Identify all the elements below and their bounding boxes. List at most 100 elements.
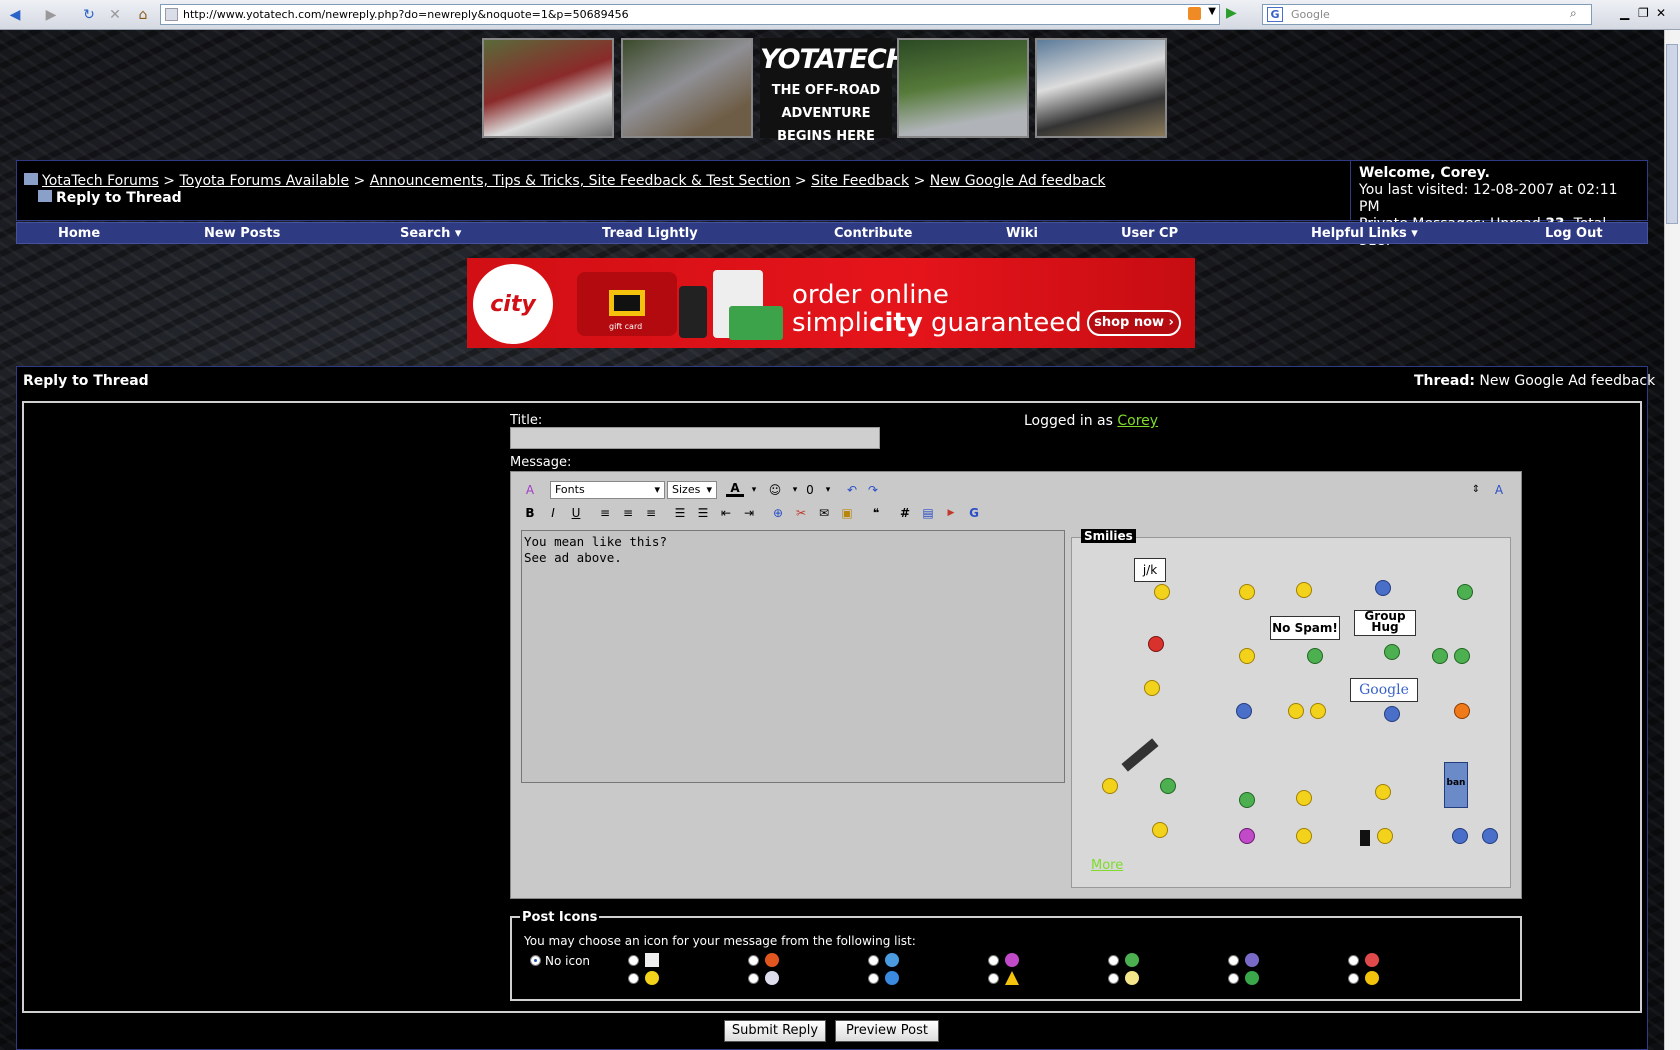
purple-smilie-icon[interactable]	[1239, 828, 1255, 844]
fire-smilie-icon[interactable]	[1454, 703, 1470, 719]
chair-smilie-icon[interactable]	[1236, 703, 1252, 719]
dropdown-arrow-icon[interactable]: ▼	[1208, 6, 1216, 17]
nav-tread-lightly[interactable]: Tread Lightly	[602, 226, 698, 241]
reload-icon[interactable]: ↻	[78, 4, 100, 26]
shop-now-button[interactable]: shop now ›	[1087, 310, 1181, 336]
nav-home[interactable]: Home	[58, 226, 100, 241]
go-icon[interactable]: ▶	[1226, 5, 1246, 25]
restore-icon[interactable]: ❐	[1638, 6, 1649, 20]
breadcrumb-site-feedback[interactable]: Site Feedback	[811, 173, 909, 189]
nav-helpful-links[interactable]: Helpful Links ▾	[1311, 226, 1418, 241]
breadcrumb-announcements[interactable]: Announcements, Tips & Tricks, Site Feedb…	[370, 173, 791, 189]
post-icon-radio[interactable]	[628, 955, 639, 966]
back-icon[interactable]: ◀	[4, 4, 26, 26]
blue2-smilie-icon[interactable]	[1482, 828, 1498, 844]
happy-smilie-icon[interactable]	[1375, 784, 1391, 800]
forum-home-icon[interactable]	[24, 173, 38, 185]
boxing-smilie-icon[interactable]	[1375, 580, 1391, 596]
preview-post-button[interactable]: Preview Post	[835, 1020, 939, 1042]
more-smilies-link[interactable]: More	[1091, 858, 1123, 873]
nav-contribute[interactable]: Contribute	[834, 226, 912, 241]
laugh-smilie-icon[interactable]	[1296, 828, 1312, 844]
attach-icon[interactable]: 0	[801, 481, 819, 499]
align-right-icon[interactable]: ≡	[642, 504, 660, 522]
code-hash-icon[interactable]: #	[896, 504, 914, 522]
ordered-list-icon[interactable]: ☰	[671, 504, 689, 522]
post-icon-radio[interactable]	[1228, 955, 1239, 966]
nav-new-posts[interactable]: New Posts	[204, 226, 280, 241]
chevron-down-icon[interactable]: ▾	[819, 481, 837, 499]
font-select[interactable]: Fonts ▾	[550, 481, 665, 499]
no-icon-radio[interactable]	[530, 955, 541, 966]
jk-smilie-icon[interactable]	[1154, 584, 1170, 600]
text-color-icon[interactable]: A	[726, 479, 744, 497]
google-search-icon[interactable]: G	[1267, 7, 1283, 22]
insert-email-icon[interactable]: ✉	[815, 504, 833, 522]
scrollbar-thumb[interactable]	[1666, 44, 1678, 224]
nav-user-cp[interactable]: User CP	[1121, 226, 1178, 241]
insert-link-icon[interactable]: ⊕	[769, 504, 787, 522]
italic-icon[interactable]: I	[544, 504, 562, 522]
quote-icon[interactable]: ❝	[867, 504, 885, 522]
indent-icon[interactable]: ⇥	[740, 504, 758, 522]
chevron-down-icon[interactable]: ▾	[745, 481, 763, 499]
switch-editor-icon[interactable]: A	[1490, 481, 1508, 499]
jk-sign[interactable]: j/k	[1134, 558, 1166, 582]
group-hug-sign[interactable]: Group Hug	[1354, 610, 1416, 636]
google-smilie-icon[interactable]	[1384, 706, 1400, 722]
post-icon-radio[interactable]	[628, 973, 639, 984]
post-icon-radio[interactable]	[1348, 973, 1359, 984]
forward-icon[interactable]: ▶	[40, 4, 62, 26]
nav-log-out[interactable]: Log Out	[1545, 226, 1603, 241]
yotatech-logo[interactable]: YOTATECH THE OFF-ROAD ADVENTURE BEGINS H…	[760, 38, 908, 144]
address-bar[interactable]: http://www.yotatech.com/newreply.php?do=…	[160, 4, 1220, 25]
youtube-icon[interactable]: ▶	[942, 504, 960, 522]
chainsaw-smilie-icon[interactable]	[1102, 778, 1118, 794]
smile-smilie-icon[interactable]	[1239, 648, 1255, 664]
google-video-icon[interactable]: G	[965, 504, 983, 522]
trophy-smilie-icon[interactable]	[1148, 636, 1164, 652]
shocked-smilie-icon[interactable]	[1152, 822, 1168, 838]
post-icon-radio[interactable]	[748, 955, 759, 966]
google-sign[interactable]: Google	[1350, 678, 1418, 702]
scared-smilie-icon[interactable]	[1160, 778, 1176, 794]
home-icon[interactable]: ⌂	[132, 4, 154, 26]
unordered-list-icon[interactable]: ☰	[694, 504, 712, 522]
minimize-icon[interactable]: ▁	[1620, 6, 1629, 20]
remove-format-icon[interactable]: A	[521, 481, 539, 499]
resize-icon[interactable]: ⇕	[1467, 481, 1485, 499]
outdent-icon[interactable]: ⇤	[717, 504, 735, 522]
search-input[interactable]: G Google ⌕	[1262, 4, 1592, 25]
frown-smilie-icon[interactable]	[1239, 584, 1255, 600]
teeth-smilie-icon[interactable]	[1239, 792, 1255, 808]
title-input[interactable]	[510, 427, 880, 449]
smilie-picker-icon[interactable]: ☺	[766, 481, 784, 499]
guitar-smilie-icon[interactable]	[1144, 680, 1160, 696]
nav-search[interactable]: Search ▾	[400, 226, 461, 241]
pacman-smilie-icon[interactable]	[1288, 703, 1304, 719]
underline-icon[interactable]: U	[567, 504, 585, 522]
post-icon-radio[interactable]	[868, 973, 879, 984]
group-hug-smilie-icon[interactable]	[1384, 644, 1400, 660]
submit-reply-button[interactable]: Submit Reply	[724, 1020, 826, 1042]
close-icon[interactable]: ✕	[1656, 6, 1666, 20]
chase-smilie-icon[interactable]	[1310, 703, 1326, 719]
post-icon-radio[interactable]	[988, 973, 999, 984]
post-icon-radio[interactable]	[1228, 973, 1239, 984]
stop-icon[interactable]: ✕	[104, 4, 126, 26]
blue-smilie-icon[interactable]	[1452, 828, 1468, 844]
bold-icon[interactable]: B	[521, 504, 539, 522]
size-select[interactable]: Sizes ▾	[667, 481, 717, 499]
ban-can[interactable]: ban	[1444, 762, 1468, 808]
no-spam-sign[interactable]: No Spam!	[1270, 616, 1340, 640]
post-icon-radio[interactable]	[868, 955, 879, 966]
search-icon[interactable]: ⌕	[1570, 6, 1588, 23]
align-left-icon[interactable]: ≡	[596, 504, 614, 522]
post-icon-radio[interactable]	[988, 955, 999, 966]
insert-image-icon[interactable]: ▣	[838, 504, 856, 522]
breadcrumb-thread[interactable]: New Google Ad feedback	[930, 173, 1106, 189]
nav-wiki[interactable]: Wiki	[1006, 226, 1038, 241]
rss-icon[interactable]	[1188, 7, 1201, 20]
post-icon-radio[interactable]	[748, 973, 759, 984]
grin-smilie-icon[interactable]	[1457, 584, 1473, 600]
